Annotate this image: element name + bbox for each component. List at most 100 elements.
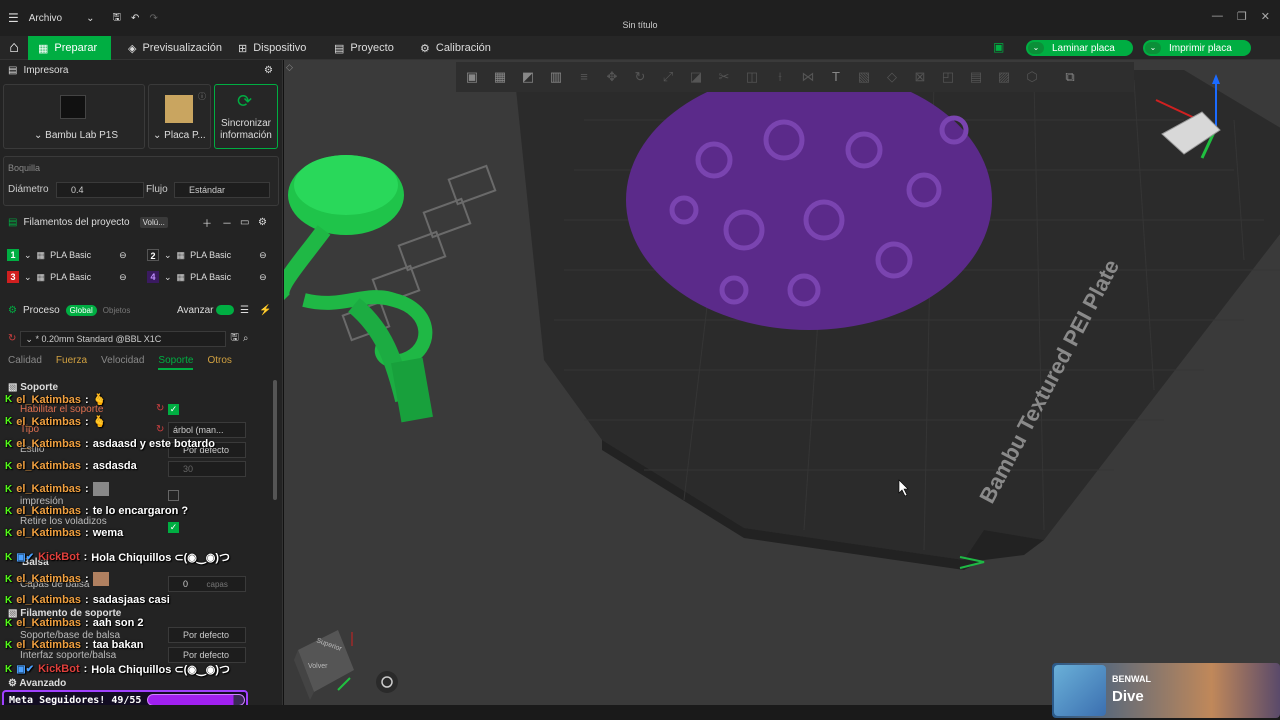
subtab-speed[interactable]: Velocidad (101, 355, 144, 370)
filament-settings-gear-icon[interactable]: ⚙ (258, 217, 267, 228)
add-filament-icon[interactable]: ＋ (202, 215, 212, 230)
objects-toggle[interactable]: Objetos (103, 306, 131, 315)
move-icon[interactable]: ✥ (600, 66, 624, 88)
chat-separator: : (85, 415, 89, 428)
chat-separator: : (85, 505, 89, 517)
process-preset-select[interactable]: ⌄ * 0.20mm Standard @BBL X1C (20, 330, 227, 347)
cut-icon[interactable]: ✂ (712, 66, 736, 88)
tab-calibration-label: Calibración (435, 42, 491, 54)
chat-message: Kel_Katimbas: te lo encargaron ? (5, 505, 188, 517)
seam-paint-icon[interactable]: ⋈ (796, 66, 820, 88)
diameter-label: Diámetro (8, 184, 49, 195)
add-plate-icon[interactable]: ▦ (488, 66, 512, 88)
global-toggle[interactable]: Global (65, 304, 97, 316)
subtab-support[interactable]: Soporte (158, 355, 194, 370)
subtab-strength[interactable]: Fuerza (56, 355, 87, 370)
chat-username: el_Katimbas (16, 438, 82, 450)
color-paint-icon[interactable]: ◰ (936, 66, 960, 88)
diameter-select[interactable]: 0.4 (56, 182, 144, 198)
advanced-group-icon: ⚙ (8, 678, 20, 689)
tab-prepare[interactable]: ▦ Preparar (28, 36, 111, 60)
edit-icon[interactable]: ⊖ (119, 272, 127, 283)
rotate-icon[interactable]: ↻ (628, 66, 652, 88)
print-plate-button[interactable]: ⌄ Imprimir placa (1143, 40, 1251, 56)
view-navigation-cube[interactable]: Volver Superior (294, 630, 354, 700)
explode-icon[interactable]: ⊠ (908, 66, 932, 88)
chat-username: KickBot (38, 551, 80, 563)
view-settings-icon[interactable]: ⧉ (1058, 66, 1082, 88)
maximize-button[interactable]: ❐ (1237, 10, 1247, 23)
process-preset-value: * 0.20mm Standard @BBL X1C (35, 333, 162, 344)
reset-icon[interactable]: ↻ (8, 333, 16, 344)
home-icon[interactable]: ⌂ (0, 36, 28, 60)
boolean-icon[interactable]: ◫ (740, 66, 764, 88)
support-type-select[interactable]: árbol (man... (168, 422, 246, 438)
support-base-select[interactable]: Por defecto (168, 627, 246, 643)
multi-device-icon[interactable]: ▣ (993, 40, 1004, 54)
fuzzy-skin-icon[interactable]: ▨ (992, 66, 1016, 88)
reset-icon[interactable]: ↻ (156, 403, 164, 414)
print-option-checkbox[interactable] (168, 490, 179, 501)
print-dropdown-icon[interactable]: ⌄ (1145, 42, 1161, 54)
remove-overhangs-checkbox[interactable]: ✓ (168, 522, 179, 533)
enable-support-checkbox[interactable]: ✓ (168, 404, 179, 415)
flow-select[interactable]: Estándar (174, 182, 270, 198)
support-interface-label: Interfaz soporte/balsa (20, 650, 117, 661)
compare-icon[interactable]: ⚡ (259, 305, 271, 316)
edit-icon[interactable]: ⊖ (259, 250, 267, 261)
remove-filament-icon[interactable]: － (222, 215, 232, 230)
edit-icon[interactable]: ⊖ (259, 272, 267, 283)
flush-volumes-button[interactable]: Volú... (139, 216, 168, 228)
filament-slot-1[interactable]: 1 ⌄ ▦ PLA Basic ⊖ (7, 246, 127, 264)
arrange-icon[interactable]: ▥ (544, 66, 568, 88)
advanced-switch[interactable] (216, 305, 234, 315)
chat-username: el_Katimbas (16, 617, 82, 629)
assembly-icon[interactable]: ◇ (880, 66, 904, 88)
edit-icon[interactable]: ⊖ (119, 250, 127, 261)
plate-selector[interactable]: ⓘ ⌄ Placa P... (148, 84, 211, 149)
slice-plate-button[interactable]: ⌄ Laminar placa (1026, 40, 1133, 56)
threshold-angle-input[interactable]: 30 (168, 461, 246, 477)
reset-icon[interactable]: ↻ (156, 424, 164, 435)
add-object-icon[interactable]: ▣ (460, 66, 484, 88)
sync-label: Sincronizar información (215, 118, 277, 142)
printer-selector[interactable]: ⌄ Bambu Lab P1S (3, 84, 145, 149)
printer-settings-gear-icon[interactable]: ⚙ (264, 65, 273, 76)
filament-slot-3[interactable]: 3 ⌄ ▦ PLA Basic ⊖ (7, 268, 127, 286)
orient-icon[interactable]: ◩ (516, 66, 540, 88)
tab-preview[interactable]: ◈ Previsualización (118, 36, 232, 60)
lay-on-face-icon[interactable]: ◪ (684, 66, 708, 88)
filament-slot-4[interactable]: 4 ⌄ ▦ PLA Basic ⊖ (147, 268, 267, 286)
brim-ears-icon[interactable]: ⬡ (1020, 66, 1044, 88)
chat-username: el_Katimbas (16, 639, 82, 651)
support-paint-icon[interactable]: ⟊ (768, 66, 792, 88)
flow-value: Estándar (189, 185, 226, 195)
tab-project-label: Proyecto (350, 42, 394, 54)
tab-device[interactable]: ⊞ Dispositivo (228, 36, 316, 60)
sync-info-button[interactable]: ⟳ Sincronizar información (214, 84, 278, 149)
scale-icon[interactable]: ⤢ (656, 66, 680, 88)
tab-project[interactable]: ▤ Proyecto (324, 36, 404, 60)
filament-slot-2[interactable]: 2 ⌄ ▦ PLA Basic ⊖ (147, 246, 267, 264)
3d-viewport[interactable]: ◇ Bambu Textured PEI Plate Volver Superi… (284, 60, 1280, 705)
screenshot-button[interactable] (376, 671, 398, 693)
search-icon[interactable]: ⌕ (243, 333, 249, 344)
close-button[interactable]: ✕ (1261, 10, 1270, 23)
split-icon[interactable]: ≡ (572, 66, 596, 88)
subtab-quality[interactable]: Calidad (8, 355, 42, 370)
info-icon[interactable]: ⓘ (198, 91, 206, 102)
edit-filament-icon[interactable]: ▭ (240, 217, 249, 228)
filament-spool-icon: ▦ (176, 271, 186, 282)
list-icon[interactable]: ☰ (240, 305, 249, 316)
measure-icon[interactable]: ▧ (852, 66, 876, 88)
chat-username: el_Katimbas (16, 393, 82, 406)
subtab-others[interactable]: Otros (207, 355, 231, 370)
slice-dropdown-icon[interactable]: ⌄ (1028, 42, 1044, 54)
raft-layers-input[interactable]: 0 capas (168, 576, 246, 592)
text-tool-icon[interactable]: T (824, 66, 848, 88)
tab-calibration[interactable]: ⚙ Calibración (410, 36, 501, 60)
minimize-button[interactable]: — (1212, 10, 1223, 23)
save-preset-icon[interactable]: 🖫 (230, 330, 239, 347)
variable-layer-icon[interactable]: ▤ (964, 66, 988, 88)
sidebar-scrollbar[interactable] (273, 380, 277, 500)
